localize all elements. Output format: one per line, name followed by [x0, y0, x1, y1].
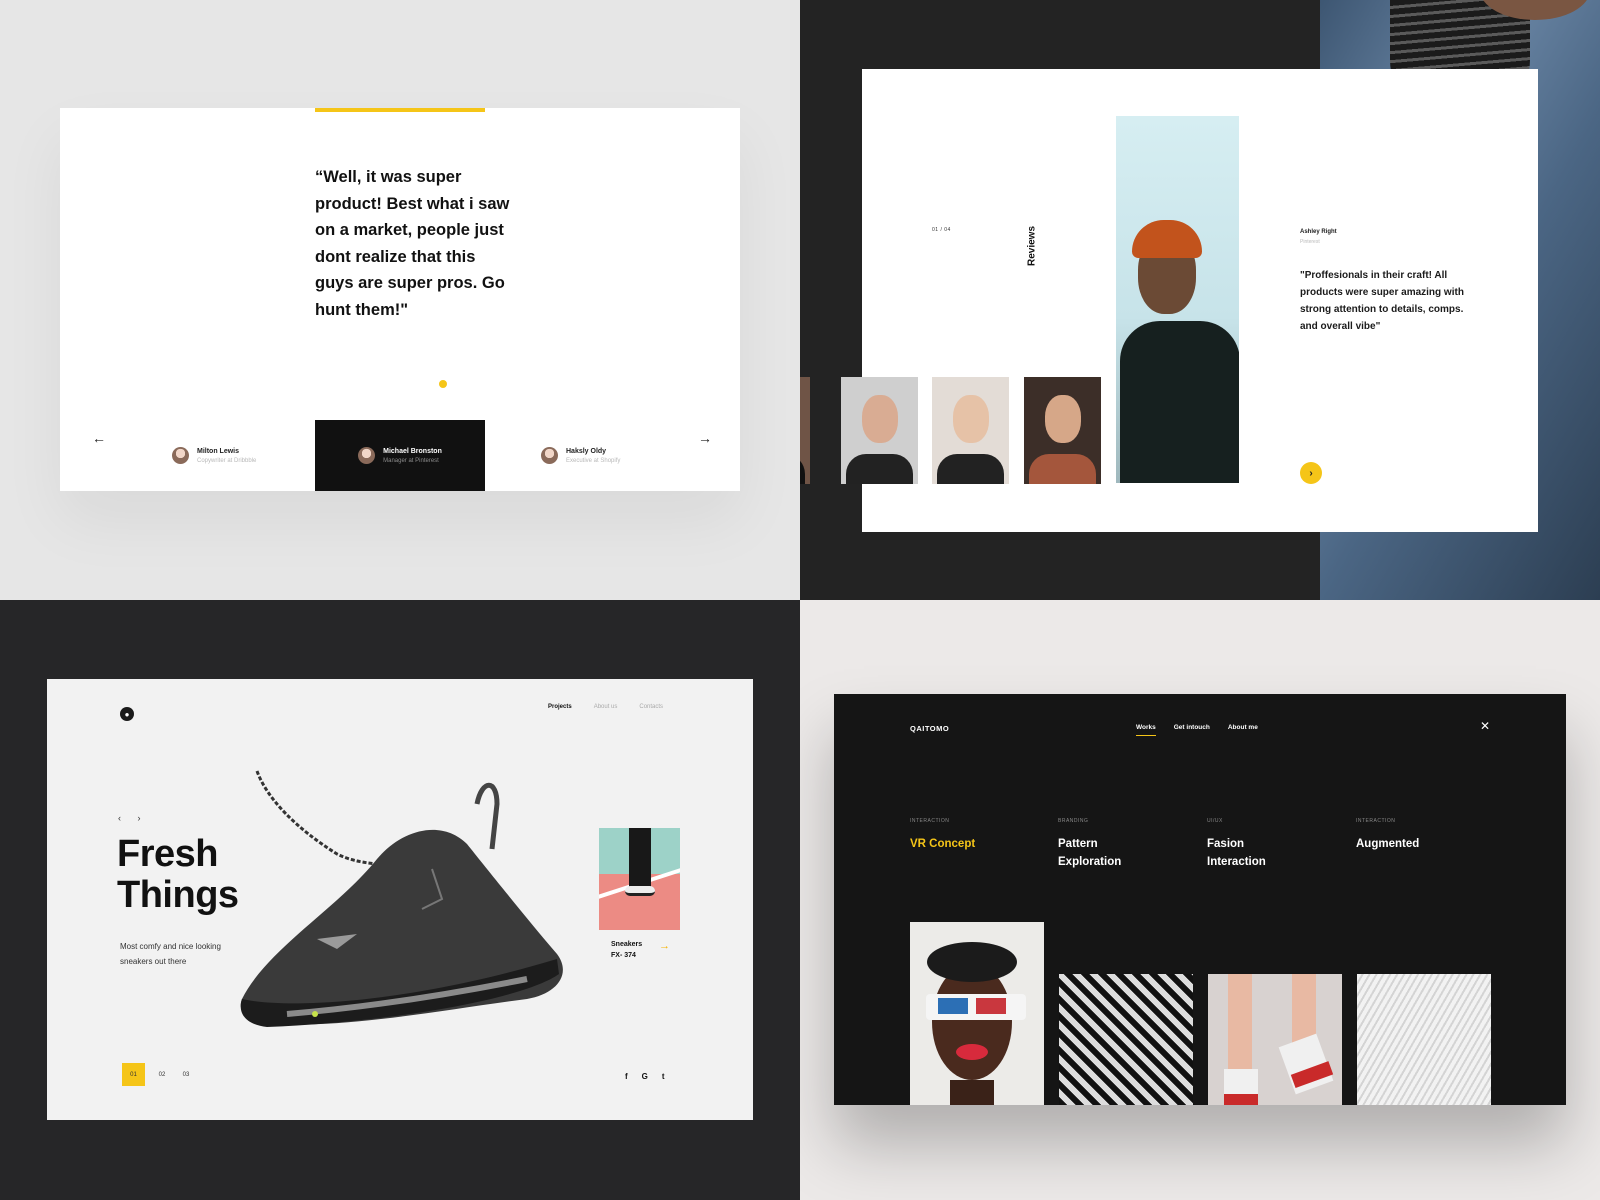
page-1[interactable]: 01 [122, 1063, 145, 1086]
reviewer-thumb[interactable] [932, 377, 1009, 484]
project-image-pattern[interactable] [1059, 974, 1193, 1105]
chevron-right-icon[interactable]: › [138, 813, 141, 823]
person-name: Michael Bronston [383, 447, 442, 455]
product-name: Sneakers [611, 941, 643, 948]
project-category: BRANDING [1058, 818, 1089, 824]
project-item[interactable]: INTERACTION VR Concept [910, 818, 1050, 853]
project-title: VR Concept [910, 838, 976, 850]
person-tab-milton[interactable]: Milton Lewis Copywriter at Dribbble [172, 420, 256, 491]
hero-title-line: Fresh [117, 833, 218, 875]
person-role: Manager at Pinterest [383, 457, 439, 464]
hero-title: Fresh Things [117, 834, 239, 916]
product-thumbnail[interactable] [599, 828, 680, 930]
reviewer-photo [1116, 116, 1239, 483]
top-nav: Projects About us Contacts [548, 704, 663, 710]
accent-bar [315, 108, 485, 112]
page-2[interactable]: 02 [155, 1072, 169, 1078]
reviewer-thumb[interactable] [841, 377, 918, 484]
slide-counter: 01 / 04 [932, 227, 951, 233]
sneakers-card: ● Projects About us Contacts ‹ › Fresh T… [47, 679, 753, 1120]
top-nav: Works Get intouch About me [1136, 724, 1258, 736]
arrow-right-icon[interactable]: → [659, 940, 670, 952]
nav-about-me[interactable]: About me [1228, 724, 1258, 731]
project-item[interactable]: INTERACTION Augmented [1356, 818, 1496, 853]
arrow-left-icon[interactable]: ← [92, 430, 106, 446]
avatar [358, 447, 376, 464]
page-3[interactable]: 03 [179, 1072, 193, 1078]
project-title: Augmented [1356, 838, 1420, 850]
brand-logo[interactable]: QAITOMO [910, 724, 949, 733]
nav-get-in-touch[interactable]: Get intouch [1174, 724, 1210, 731]
person-tab-haksly[interactable]: Haksly Oldy Executive at Shopify [541, 420, 620, 491]
project-image-fashion[interactable] [1208, 974, 1342, 1105]
avatar [541, 447, 558, 464]
person-name: Haksly Oldy [566, 447, 607, 455]
sneaker-image [240, 770, 563, 1027]
review-quote: "Proffesionals in their craft! All produ… [1300, 270, 1464, 332]
pagination: 01 02 03 [122, 1063, 193, 1086]
close-icon[interactable]: ✕ [1480, 719, 1490, 733]
chevron-right-icon[interactable]: › [1300, 462, 1322, 484]
portfolio-card: QAITOMO Works Get intouch About me ✕ INT… [834, 694, 1566, 1105]
reviewer-thumb[interactable] [1024, 377, 1101, 484]
brand-logo-icon[interactable]: ● [120, 707, 134, 721]
chevron-left-icon[interactable]: ‹ [118, 813, 121, 823]
nav-about[interactable]: About us [594, 704, 618, 710]
project-category: INTERACTION [1356, 818, 1396, 824]
author-company: Pinterest [1300, 239, 1320, 245]
section-label: Reviews [1026, 225, 1038, 267]
author-name: Ashley Right [1300, 229, 1337, 235]
portfolio-shot: QAITOMO Works Get intouch About me ✕ INT… [800, 600, 1600, 1200]
testimonial-quote: “Well, it was super product! Best what i… [315, 168, 510, 319]
twitter-icon[interactable]: t [662, 1072, 665, 1081]
google-icon[interactable]: G [642, 1072, 648, 1081]
nav-contacts[interactable]: Contacts [639, 704, 663, 710]
nav-projects[interactable]: Projects [548, 704, 572, 710]
reviews-shot: 01 / 04 Reviews Ashley Right Pinterest "… [800, 0, 1600, 600]
project-category: INTERACTION [910, 818, 950, 824]
person-tab-michael[interactable]: Michael Bronston Manager at Pinterest [315, 420, 485, 491]
testimonial-card: “Well, it was super product! Best what i… [60, 108, 740, 491]
sneakers-shot: ● Projects About us Contacts ‹ › Fresh T… [0, 600, 800, 1200]
project-title: Pattern Exploration [1058, 838, 1122, 868]
reviewer-thumb[interactable] [800, 377, 810, 484]
review-author: Ashley Right Pinterest [1300, 229, 1337, 245]
person-role: Executive at Shopify [566, 457, 621, 464]
avatar [172, 447, 189, 464]
slider-dot[interactable] [439, 380, 447, 388]
project-item[interactable]: UI/UX Fasion Interaction [1207, 818, 1347, 871]
social-links: f G t [625, 1072, 665, 1081]
project-category: UI/UX [1207, 818, 1223, 824]
facebook-icon[interactable]: f [625, 1072, 628, 1081]
person-role: Copywriter at Dribbble [197, 457, 257, 464]
project-image-vr[interactable] [910, 922, 1044, 1105]
person-name: Milton Lewis [197, 447, 239, 455]
product-code: FX- 374 [611, 952, 636, 959]
product-label: Sneakers FX- 374 [611, 939, 642, 961]
hero-title-line: Things [117, 874, 239, 916]
testimonial-shot: “Well, it was super product! Best what i… [0, 0, 800, 600]
arrow-right-icon[interactable]: → [698, 430, 712, 446]
project-title: Fasion Interaction [1207, 838, 1266, 868]
nav-works[interactable]: Works [1136, 724, 1156, 736]
slider-arrows: ‹ › [118, 813, 155, 823]
project-item[interactable]: BRANDING Pattern Exploration [1058, 818, 1198, 871]
project-image-augmented[interactable] [1357, 974, 1491, 1105]
